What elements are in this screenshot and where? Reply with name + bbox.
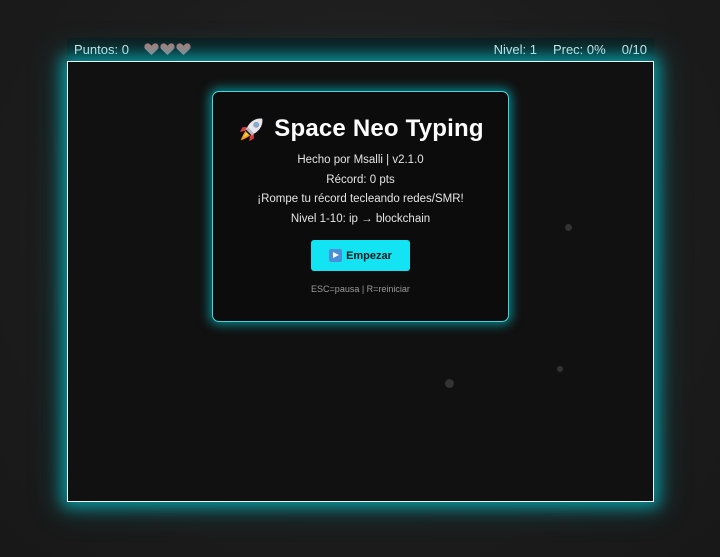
hud-left: Puntos: 0 — [74, 42, 192, 57]
heart-icon — [160, 43, 175, 56]
star-particle — [445, 379, 454, 388]
play-icon — [329, 249, 343, 262]
credits-text: Hecho por Msalli | v2.1.0 — [297, 154, 424, 166]
game-title-text: Space Neo Typing — [274, 115, 484, 142]
progress-label: 0/10 — [621, 41, 647, 57]
star-particle — [565, 224, 572, 231]
record-text: Récord: 0 pts — [326, 173, 395, 186]
game-arena[interactable]: Space Neo Typing Hecho por Msalli | v2.1… — [67, 61, 654, 502]
hud-bar: Puntos: 0 Nivel: 1 Prec: 0% 0/10 — [67, 38, 654, 60]
score-label: Puntos: 0 — [74, 41, 129, 57]
level-range-text: Nivel 1-10: ip → blockchain — [290, 212, 431, 225]
precision-label: Prec: 0% — [552, 41, 606, 57]
controls-hint: ESC=pausa | R=reiniciar — [311, 284, 410, 294]
game-title: Space Neo Typing — [213, 114, 508, 144]
heart-icon — [176, 43, 191, 56]
heart-icon — [144, 43, 159, 56]
rocket-icon — [240, 118, 263, 142]
lives-indicator — [144, 42, 192, 56]
start-button-label: Empezar — [346, 249, 392, 262]
start-menu-card: Space Neo Typing Hecho por Msalli | v2.1… — [212, 91, 509, 322]
tagline-text: ¡Rompe tu récord tecleando redes/SMR! — [257, 193, 464, 205]
star-particle — [557, 366, 563, 372]
hud-right: Nivel: 1 Prec: 0% 0/10 — [494, 42, 647, 57]
start-button[interactable]: Empezar — [311, 240, 410, 271]
level-label: Nivel: 1 — [493, 41, 537, 57]
